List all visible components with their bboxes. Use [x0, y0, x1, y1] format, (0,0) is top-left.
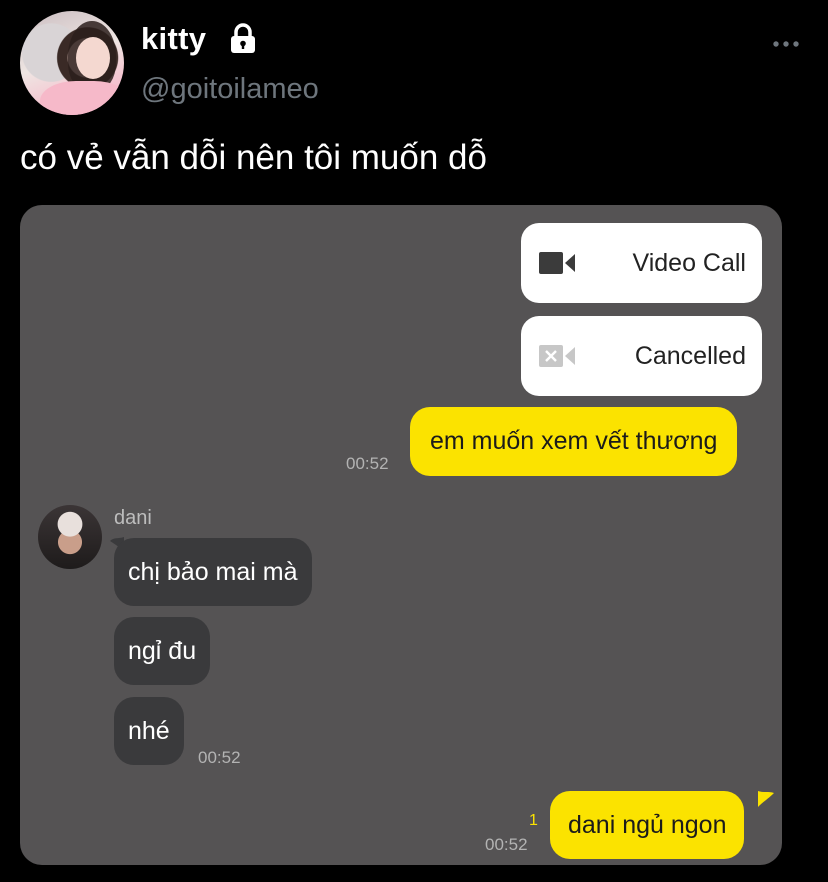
user-handle[interactable]: @goitoilameo: [141, 73, 319, 106]
profile-avatar[interactable]: [20, 11, 124, 115]
username[interactable]: kitty: [141, 21, 206, 57]
message-time: 00:52: [485, 835, 528, 854]
video-camera-icon: [539, 252, 575, 274]
contact-name: dani: [114, 507, 152, 529]
video-camera-cancelled-icon: [539, 345, 575, 367]
lock-icon: [231, 23, 255, 53]
more-dots-icon[interactable]: [772, 38, 800, 50]
bubble-tail: [758, 791, 774, 807]
avatar-hoodie-shape: [40, 81, 124, 115]
video-call-card[interactable]: Video Call: [521, 223, 762, 303]
cancelled-label: Cancelled: [634, 342, 746, 370]
received-message-bubble[interactable]: nhé: [114, 697, 184, 765]
chat-screenshot[interactable]: Video Call Cancelled 00:52 em muốn xem v…: [20, 205, 782, 865]
contact-avatar[interactable]: [38, 505, 102, 569]
tweet-text: có vẻ vẫn dỗi nên tôi muốn dỗ: [20, 138, 487, 177]
message-time: 00:52: [346, 454, 389, 473]
cancelled-call-card[interactable]: Cancelled: [521, 316, 762, 396]
message-time: 00:52: [198, 748, 241, 767]
sent-message-bubble[interactable]: dani ngủ ngon: [550, 791, 745, 859]
sent-message-bubble[interactable]: em muốn xem vết thương: [410, 407, 738, 476]
unread-count: 1: [529, 812, 538, 829]
video-call-label: Video Call: [632, 249, 746, 277]
avatar-face-shape: [76, 37, 110, 79]
received-message-bubble[interactable]: ngỉ đu: [114, 617, 211, 685]
received-message-bubble[interactable]: chị bảo mai mà: [114, 538, 312, 606]
